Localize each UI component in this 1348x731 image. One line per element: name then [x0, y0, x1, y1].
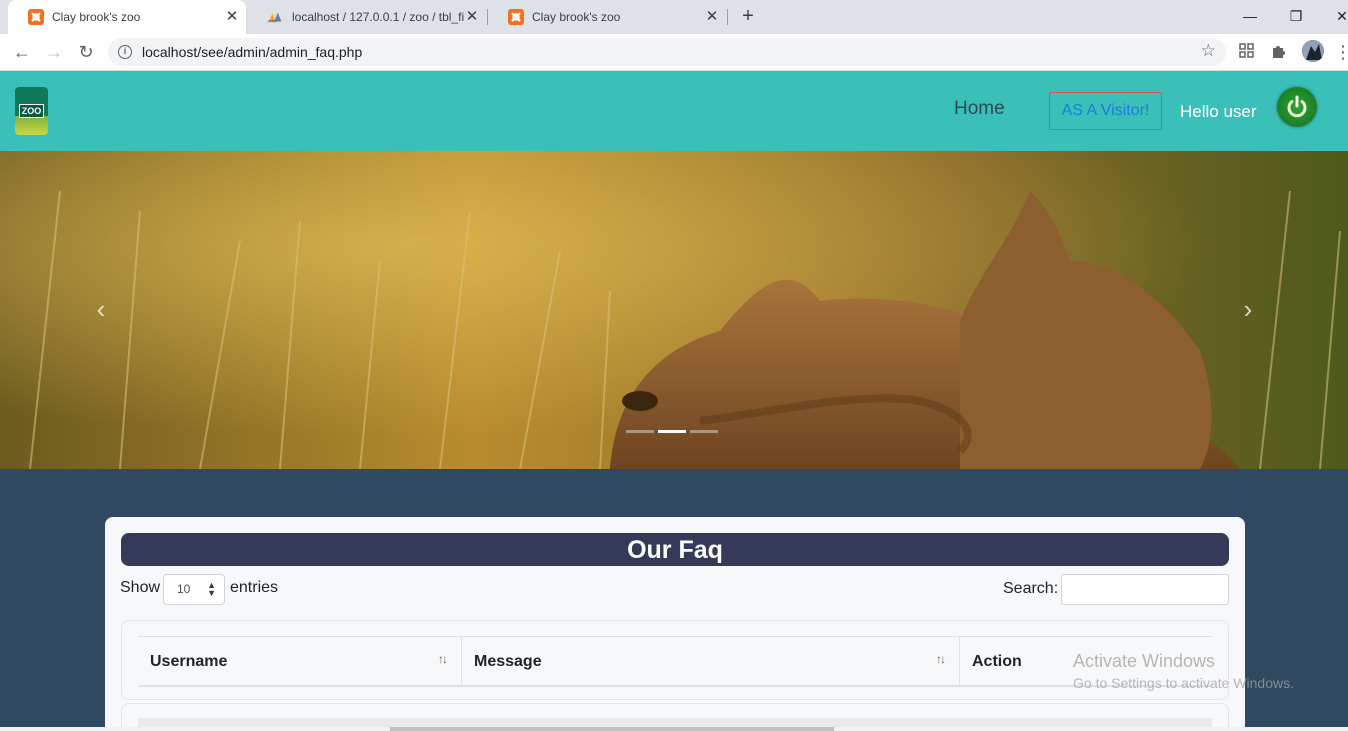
table-header-row: Username ↑↓ Message ↑↓ Action: [138, 636, 1212, 687]
power-icon: [1287, 95, 1307, 118]
faq-table: Username ↑↓ Message ↑↓ Action: [121, 620, 1229, 700]
faq-title: Our Faq: [121, 533, 1229, 566]
back-arrow-icon[interactable]: ←: [10, 40, 34, 64]
entries-length-value: 10: [177, 582, 191, 596]
browser-tab-2[interactable]: PMA localhost / 127.0.0.1 / zoo / tbl_fi…: [248, 0, 486, 34]
select-updown-icon: ▲ ▼: [207, 580, 216, 598]
logout-power-button[interactable]: [1277, 87, 1317, 127]
entries-length-select[interactable]: 10 ▲ ▼: [163, 574, 225, 605]
search-input[interactable]: [1061, 574, 1229, 605]
show-label: Show: [120, 579, 161, 596]
site-info-icon[interactable]: i: [118, 45, 132, 59]
minimize-icon[interactable]: —: [1238, 4, 1262, 28]
hero-carousel: ‹ ›: [0, 151, 1348, 469]
sort-icon: ↑↓: [936, 652, 946, 666]
extensions-puzzle-icon[interactable]: [1270, 42, 1290, 62]
column-header-message[interactable]: Message ↑↓: [462, 637, 959, 686]
svg-text:PMA: PMA: [268, 19, 276, 23]
browser-tab-3[interactable]: Clay brook's zoo ✕: [488, 0, 726, 34]
apps-grid-icon[interactable]: [1238, 42, 1258, 62]
tab-title: Clay brook's zoo: [532, 10, 621, 24]
close-window-icon[interactable]: ✕: [1330, 4, 1348, 28]
carousel-indicator[interactable]: [626, 430, 654, 433]
user-greeting: Hello user: [1180, 102, 1257, 121]
browser-tabstrip: Clay brook's zoo ✕ PMA localhost / 127.0…: [0, 0, 1348, 34]
browser-tab-1[interactable]: Clay brook's zoo ✕: [8, 0, 246, 34]
restore-icon[interactable]: ❐: [1284, 4, 1308, 28]
profile-avatar[interactable]: [1302, 40, 1324, 62]
reload-icon[interactable]: ↻: [74, 40, 98, 64]
carousel-indicator-active[interactable]: [658, 430, 686, 433]
phpmyadmin-icon: PMA: [268, 9, 284, 25]
entries-label: entries: [230, 579, 279, 596]
bookmark-star-icon[interactable]: ☆: [1201, 41, 1216, 61]
carousel-indicator[interactable]: [690, 430, 718, 433]
search-label: Search:: [1003, 580, 1059, 597]
column-header-label: Username: [150, 653, 228, 670]
sort-icon: ↑↓: [438, 652, 448, 666]
horizontal-scrollbar[interactable]: [0, 727, 1348, 731]
site-navbar: ZOO Home AS A Visitor! Hello user: [0, 71, 1348, 151]
forward-arrow-icon[interactable]: →: [42, 40, 66, 64]
close-tab-icon[interactable]: ✕: [224, 9, 240, 25]
logo-text: ZOO: [18, 104, 45, 118]
column-header-username[interactable]: Username ↑↓: [138, 637, 461, 686]
xampp-icon: [508, 9, 524, 25]
faq-card: Our Faq Show 10 ▲ ▼ entries Search: Usern…: [105, 517, 1245, 731]
carousel-prev-icon[interactable]: ‹: [89, 294, 113, 324]
lions-in-grass-image: [0, 151, 1348, 469]
watermark-line-1: Activate Windows: [1073, 651, 1216, 671]
column-header-label: Action: [972, 653, 1022, 670]
tab-title: Clay brook's zoo: [52, 10, 141, 24]
carousel-indicators: [626, 430, 718, 433]
browser-toolbar: ← → ↻ i localhost/see/admin/admin_faq.ph…: [0, 34, 1348, 71]
close-tab-icon[interactable]: ✕: [704, 9, 720, 25]
watermark-line-2: Go to Settings to activate Windows.: [1073, 675, 1294, 691]
column-header-label: Message: [474, 653, 542, 670]
chrome-menu-icon[interactable]: ⋮: [1334, 40, 1348, 64]
tab-separator: [727, 9, 728, 25]
new-tab-button[interactable]: +: [738, 6, 758, 26]
windows-activation-watermark: Activate Windows Go to Settings to activ…: [1073, 651, 1294, 691]
address-bar[interactable]: i localhost/see/admin/admin_faq.php ☆: [108, 38, 1226, 66]
close-tab-icon[interactable]: ✕: [464, 9, 480, 25]
address-url[interactable]: localhost/see/admin/admin_faq.php: [142, 44, 362, 60]
nav-home-link[interactable]: Home: [954, 98, 1005, 120]
tab-title: localhost / 127.0.0.1 / zoo / tbl_fi: [292, 10, 465, 24]
carousel-next-icon[interactable]: ›: [1236, 294, 1260, 324]
scrollbar-thumb[interactable]: [390, 727, 834, 731]
as-visitor-button[interactable]: AS A Visitor!: [1049, 92, 1162, 130]
zoo-logo[interactable]: ZOO: [15, 87, 48, 135]
xampp-icon: [28, 9, 44, 25]
